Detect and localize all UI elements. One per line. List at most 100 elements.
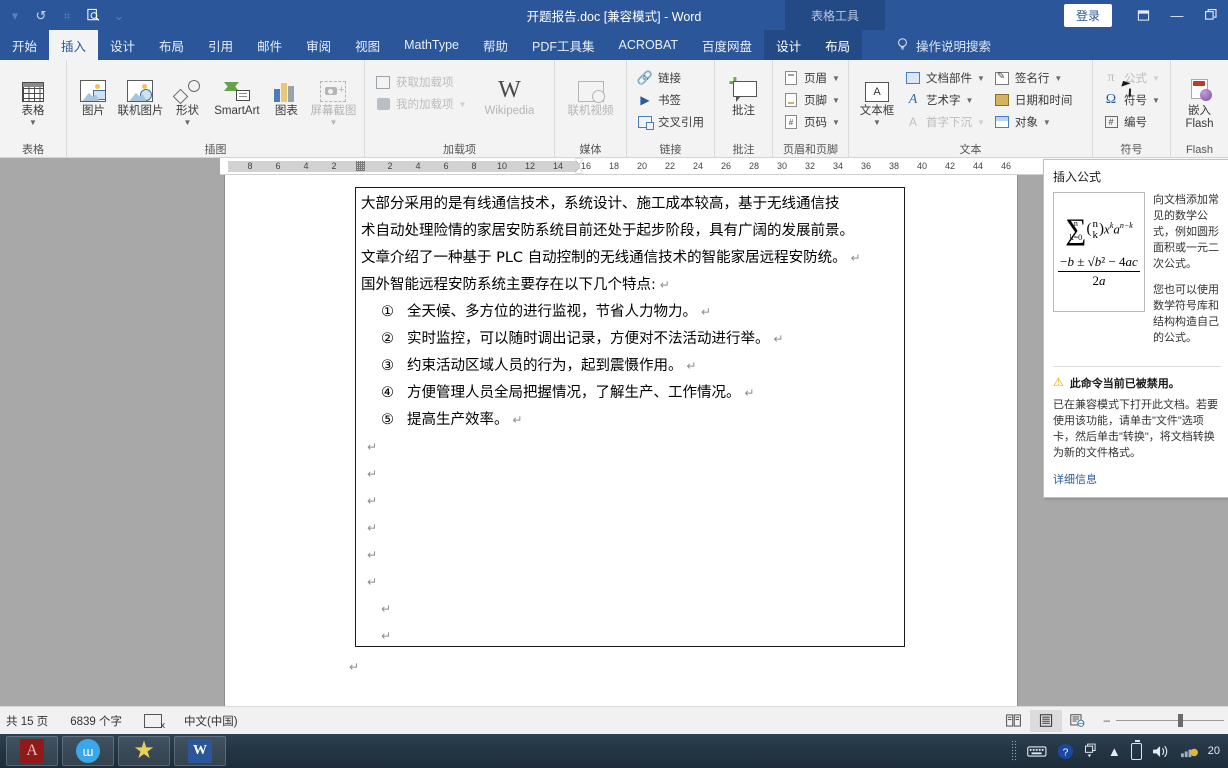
insert-bookmark-button[interactable]: ▶ 书签: [632, 89, 708, 111]
undo-icon[interactable]: ↺: [28, 3, 54, 27]
tab-layout[interactable]: 布局: [147, 30, 196, 60]
window-switch-icon[interactable]: [1084, 743, 1098, 759]
insert-smartart-button[interactable]: SmartArt: [209, 65, 265, 118]
insert-number-button[interactable]: # 编号: [1098, 111, 1164, 133]
chevron-down-icon[interactable]: ▼: [966, 96, 974, 105]
tab-pdf-toolkit[interactable]: PDF工具集: [520, 30, 607, 60]
taskbar-app-acrobat[interactable]: A: [6, 736, 58, 766]
clock-label[interactable]: 20: [1208, 745, 1220, 757]
hyperlink-label: 链接: [658, 73, 681, 85]
chevron-down-icon[interactable]: ▼: [832, 74, 840, 83]
network-icon[interactable]: [1180, 744, 1198, 759]
web-layout-view-button[interactable]: [1062, 710, 1094, 732]
insert-object-button[interactable]: 对象 ▼: [989, 111, 1077, 133]
keyboard-icon[interactable]: [1027, 745, 1047, 758]
chevron-down-icon[interactable]: ▼: [977, 118, 985, 127]
embed-flash-button[interactable]: 嵌入 Flash: [1176, 65, 1223, 131]
tab-help[interactable]: 帮助: [471, 30, 520, 60]
chevron-down-icon[interactable]: ▼: [1152, 96, 1160, 105]
tab-start[interactable]: 开始: [0, 30, 49, 60]
insert-picture-button[interactable]: 图片: [72, 65, 115, 118]
zoom-out-button[interactable]: –: [1104, 715, 1110, 727]
help-icon[interactable]: ?: [1057, 743, 1074, 760]
word-count-label[interactable]: 6839 个字: [70, 713, 122, 729]
tab-review[interactable]: 审阅: [294, 30, 343, 60]
chevron-down-icon[interactable]: ▼: [832, 96, 840, 105]
tab-view[interactable]: 视图: [343, 30, 392, 60]
insert-online-picture-button[interactable]: 联机图片: [115, 65, 166, 118]
my-addins-button[interactable]: 我的加载项 ▼: [370, 93, 470, 115]
insert-symbol-button[interactable]: Ω 符号 ▼: [1098, 89, 1164, 111]
insert-page-number-button[interactable]: # 页码 ▼: [778, 111, 844, 133]
insert-header-button[interactable]: 页眉 ▼: [778, 67, 844, 89]
proofing-errors-icon[interactable]: [143, 713, 165, 730]
chevron-down-icon[interactable]: ▼: [329, 119, 337, 127]
signature-line-button[interactable]: 签名行 ▼: [989, 67, 1077, 89]
qat-dropdown-icon[interactable]: ⌄: [106, 3, 132, 27]
print-preview-icon[interactable]: [80, 3, 106, 27]
zoom-slider-track[interactable]: [1116, 714, 1224, 727]
new-comment-button[interactable]: ✚ 批注: [720, 65, 767, 118]
chevron-down-icon[interactable]: ▼: [1043, 118, 1051, 127]
tell-me-search[interactable]: 操作说明搜索: [896, 30, 991, 60]
chevron-down-icon[interactable]: ▼: [459, 100, 467, 109]
insert-screenshot-button[interactable]: + 屏幕截图 ▼: [308, 65, 359, 127]
chevron-down-icon[interactable]: ▼: [832, 118, 840, 127]
customize-qat-icon[interactable]: ▾: [2, 3, 28, 27]
hanging-indent-marker[interactable]: [575, 168, 583, 173]
chevron-down-icon[interactable]: ▼: [1054, 74, 1062, 83]
print-layout-view-button[interactable]: [1029, 709, 1062, 732]
tab-table-layout[interactable]: 布局: [813, 30, 863, 60]
wikipedia-addin-button[interactable]: W Wikipedia: [470, 65, 548, 118]
insert-online-video-button[interactable]: 联机视频: [560, 65, 621, 118]
tab-table-design[interactable]: 设计: [764, 30, 814, 60]
tab-stop-marker[interactable]: [356, 161, 365, 171]
first-line-indent-marker[interactable]: [575, 159, 583, 164]
tab-mathtype[interactable]: MathType: [392, 30, 471, 60]
read-mode-view-button[interactable]: [998, 710, 1030, 732]
chevron-down-icon[interactable]: ▼: [977, 74, 985, 83]
chevron-down-icon[interactable]: ▼: [873, 119, 881, 127]
insert-chart-button[interactable]: 图表: [265, 65, 308, 118]
tab-design[interactable]: 设计: [98, 30, 147, 60]
get-addins-button[interactable]: 获取加载项: [370, 71, 470, 93]
insert-table-button[interactable]: 表格 ▼: [7, 65, 59, 127]
minimize-button[interactable]: —: [1160, 0, 1194, 30]
chevron-down-icon[interactable]: ▼: [1152, 74, 1160, 83]
taskbar-app-star[interactable]: ★: [118, 736, 170, 766]
language-label[interactable]: 中文(中国): [184, 713, 238, 729]
document-body-text[interactable]: 大部分采用的是有线通信技术，系统设计、施工成本较高，基于无线通信技 术自动处理险…: [361, 191, 901, 650]
ribbon-display-options-icon[interactable]: [1126, 0, 1160, 30]
sign-in-button[interactable]: 登录: [1063, 3, 1112, 27]
insert-text-box-button[interactable]: A 文本框 ▼: [854, 65, 900, 127]
document-page[interactable]: 大部分采用的是有线通信技术，系统设计、施工成本较高，基于无线通信技 术自动处理险…: [225, 175, 1017, 706]
tab-insert[interactable]: 插入: [49, 30, 99, 60]
date-time-button[interactable]: 日期和时间: [989, 89, 1077, 111]
repeat-icon[interactable]: ⌗: [54, 3, 80, 27]
zoom-slider-thumb[interactable]: [1178, 714, 1183, 727]
tab-acrobat[interactable]: ACROBAT: [607, 30, 691, 60]
ruler-number: 10: [496, 161, 508, 171]
drop-cap-button[interactable]: A 首字下沉 ▼: [900, 111, 989, 133]
show-hidden-icons-icon[interactable]: ▲: [1108, 744, 1121, 759]
insert-equation-button[interactable]: π 公式 ▼: [1098, 67, 1164, 89]
battery-icon[interactable]: [1130, 739, 1142, 760]
insert-hyperlink-button[interactable]: 🔗 链接: [632, 67, 708, 89]
restore-button[interactable]: [1194, 0, 1228, 30]
tab-references[interactable]: 引用: [196, 30, 245, 60]
tab-baidu-netdisk[interactable]: 百度网盘: [690, 30, 764, 60]
chevron-down-icon[interactable]: ▼: [29, 119, 37, 127]
page-count-label[interactable]: 共 15 页: [6, 713, 48, 729]
volume-icon[interactable]: [1152, 744, 1170, 759]
insert-footer-button[interactable]: 页脚 ▼: [778, 89, 844, 111]
quick-parts-button[interactable]: 文档部件 ▼: [900, 67, 989, 89]
more-info-link[interactable]: 详细信息: [1053, 471, 1221, 487]
wordart-button[interactable]: A 艺术字 ▼: [900, 89, 989, 111]
taskbar-app-browser[interactable]: ɯ: [62, 736, 114, 766]
insert-cross-reference-button[interactable]: 交叉引用: [632, 111, 708, 133]
taskbar-app-word[interactable]: W: [174, 736, 226, 766]
insert-shapes-button[interactable]: 形状 ▼: [166, 65, 209, 127]
zoom-control[interactable]: –: [1104, 714, 1224, 727]
tab-mailings[interactable]: 邮件: [245, 30, 294, 60]
chevron-down-icon[interactable]: ▼: [184, 119, 192, 127]
